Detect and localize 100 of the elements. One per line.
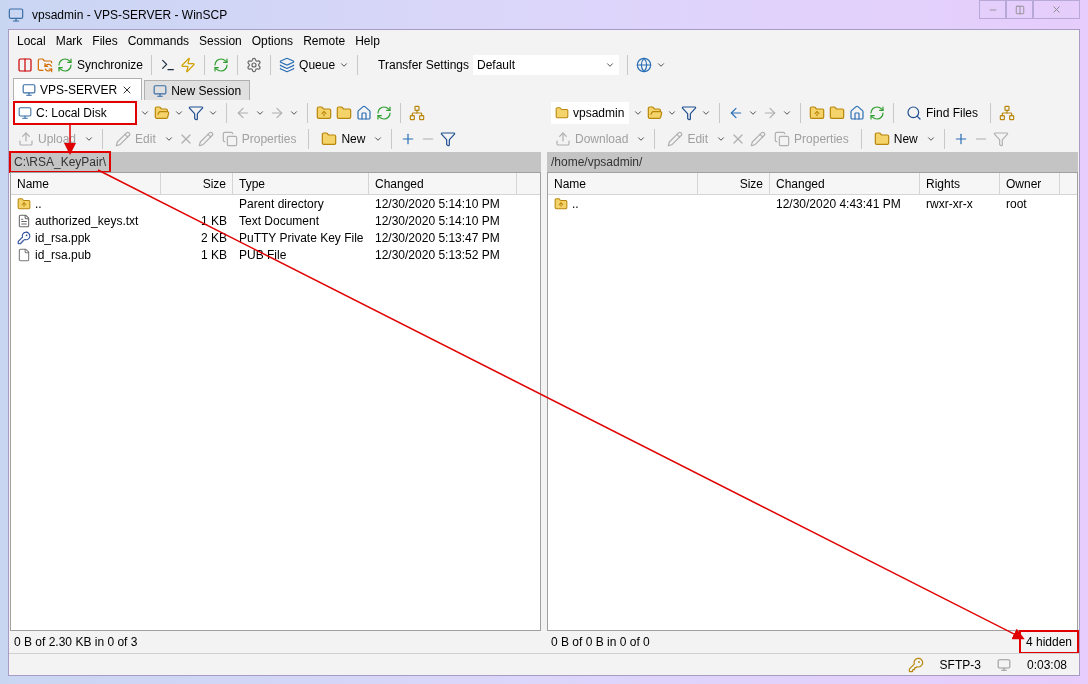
caret-icon[interactable]: [255, 108, 265, 118]
session-tab[interactable]: VPS-SERVER: [13, 78, 143, 100]
caret-icon[interactable]: [667, 108, 677, 118]
caret-icon[interactable]: [208, 108, 218, 118]
file-name[interactable]: id_rsa.ppk: [35, 228, 91, 247]
tree-icon[interactable]: [999, 105, 1015, 121]
sync-icon[interactable]: [57, 57, 73, 73]
back-icon[interactable]: [728, 105, 744, 121]
table-cell-text: PUB File: [239, 246, 287, 264]
open-folder-icon[interactable]: [647, 105, 663, 121]
queue-icon[interactable]: [279, 57, 296, 73]
column-header[interactable]: Rights: [920, 173, 1000, 194]
maximize-button[interactable]: [1006, 0, 1033, 19]
search-icon[interactable]: [906, 105, 922, 121]
caret-icon[interactable]: [716, 134, 727, 144]
filter-icon[interactable]: [440, 131, 457, 147]
caret-icon[interactable]: [339, 60, 350, 70]
window-title: vpsadmin - VPS-SERVER - WinSCP: [32, 7, 228, 24]
synchronize-button[interactable]: Synchronize: [57, 56, 144, 74]
caret-icon[interactable]: [636, 134, 647, 144]
monitor-icon: [153, 83, 168, 98]
key-file-icon: [17, 230, 31, 245]
menu-item[interactable]: Files: [92, 32, 118, 50]
transfer-settings-label: Transfer Settings: [378, 57, 469, 74]
column-header[interactable]: Type: [233, 173, 369, 194]
menu-item[interactable]: Session: [199, 32, 242, 50]
column-header[interactable]: Changed: [369, 173, 517, 194]
column-header[interactable]: Size: [698, 173, 770, 194]
caret-icon[interactable]: [373, 134, 384, 144]
toolbar-button[interactable]: New: [869, 127, 922, 151]
toolbar-button[interactable]: New: [317, 127, 370, 151]
refresh-icon[interactable]: [869, 105, 885, 121]
table-cell-text: 12/30/2020 5:14:10 PM: [375, 212, 500, 230]
compare-icon[interactable]: [17, 57, 33, 73]
file-name[interactable]: ..: [35, 194, 42, 213]
file-name[interactable]: ..: [572, 194, 579, 213]
caret-icon[interactable]: [174, 108, 184, 118]
globe-icon[interactable]: [636, 57, 652, 73]
terminal-icon[interactable]: [160, 57, 177, 73]
drive-icon: [18, 106, 32, 120]
caret-icon[interactable]: [84, 134, 95, 144]
parent-folder-icon[interactable]: [809, 105, 825, 121]
filter-icon[interactable]: [188, 105, 204, 121]
file-name[interactable]: id_rsa.pub: [35, 245, 92, 264]
file-icon: [17, 247, 31, 262]
open-folder-icon[interactable]: [154, 105, 170, 121]
forward-icon[interactable]: [269, 105, 285, 121]
caret-icon[interactable]: [163, 134, 174, 144]
column-header[interactable]: Name: [548, 173, 698, 194]
drive-selector[interactable]: C: Local Disk: [14, 102, 136, 124]
filter-icon[interactable]: [681, 105, 697, 121]
queue-button[interactable]: Queue: [279, 56, 336, 74]
column-header[interactable]: Name: [11, 173, 161, 194]
home-icon[interactable]: [849, 105, 865, 121]
settings-icon[interactable]: [246, 57, 263, 73]
caret-icon[interactable]: [289, 108, 299, 118]
table-cell-text: Parent directory: [239, 195, 324, 213]
menu-item[interactable]: Options: [251, 32, 294, 50]
caret-icon[interactable]: [748, 108, 758, 118]
find-files-button[interactable]: Find Files: [902, 104, 982, 122]
file-name[interactable]: authorized_keys.txt: [35, 211, 139, 230]
caret-icon[interactable]: [140, 108, 150, 118]
new-folder-icon[interactable]: [321, 131, 338, 147]
menu-item[interactable]: Help: [355, 32, 380, 50]
parent-folder-icon[interactable]: [316, 105, 332, 121]
column-header[interactable]: Changed: [770, 173, 920, 194]
root-folder-icon[interactable]: [336, 105, 352, 121]
table-cell-text: 12/30/2020 5:13:52 PM: [375, 246, 500, 264]
back-icon[interactable]: [235, 105, 251, 121]
refresh-icon[interactable]: [376, 105, 392, 121]
tree-icon[interactable]: [409, 105, 425, 121]
root-folder-icon[interactable]: [829, 105, 845, 121]
caret-icon[interactable]: [656, 60, 666, 70]
caret-icon[interactable]: [782, 108, 792, 118]
hidden-count: 4 hidden: [1019, 631, 1078, 653]
table-cell-text: Text Document: [239, 212, 320, 230]
column-header[interactable]: Size: [161, 173, 233, 194]
monitor-icon: [22, 82, 36, 97]
menu-item[interactable]: Remote: [303, 32, 346, 50]
menu-item[interactable]: Mark: [55, 32, 83, 50]
caret-icon[interactable]: [633, 108, 643, 118]
forward-icon[interactable]: [762, 105, 778, 121]
sync-folders-icon[interactable]: [37, 57, 53, 73]
table-cell-text: 12/30/2020 5:14:10 PM: [375, 195, 500, 213]
menu-item[interactable]: Local: [17, 32, 46, 50]
home-icon[interactable]: [356, 105, 372, 121]
menu-item[interactable]: Commands: [127, 32, 190, 50]
caret-icon[interactable]: [701, 108, 711, 118]
session-tab[interactable]: New Session: [144, 80, 251, 100]
column-header[interactable]: Owner: [1000, 173, 1060, 194]
parent-folder-icon: [554, 196, 568, 211]
transfer-settings-dropdown[interactable]: Default: [473, 55, 619, 75]
close-icon: [1051, 4, 1062, 15]
folder-selector[interactable]: vpsadmin: [551, 102, 629, 124]
path-label: /home/vpsadmin/: [550, 154, 644, 171]
caret-icon[interactable]: [925, 134, 936, 144]
new-folder-icon[interactable]: [873, 131, 890, 147]
refresh-icon[interactable]: [213, 57, 230, 73]
rename-icon[interactable]: [750, 131, 767, 147]
rename-icon[interactable]: [197, 131, 214, 147]
